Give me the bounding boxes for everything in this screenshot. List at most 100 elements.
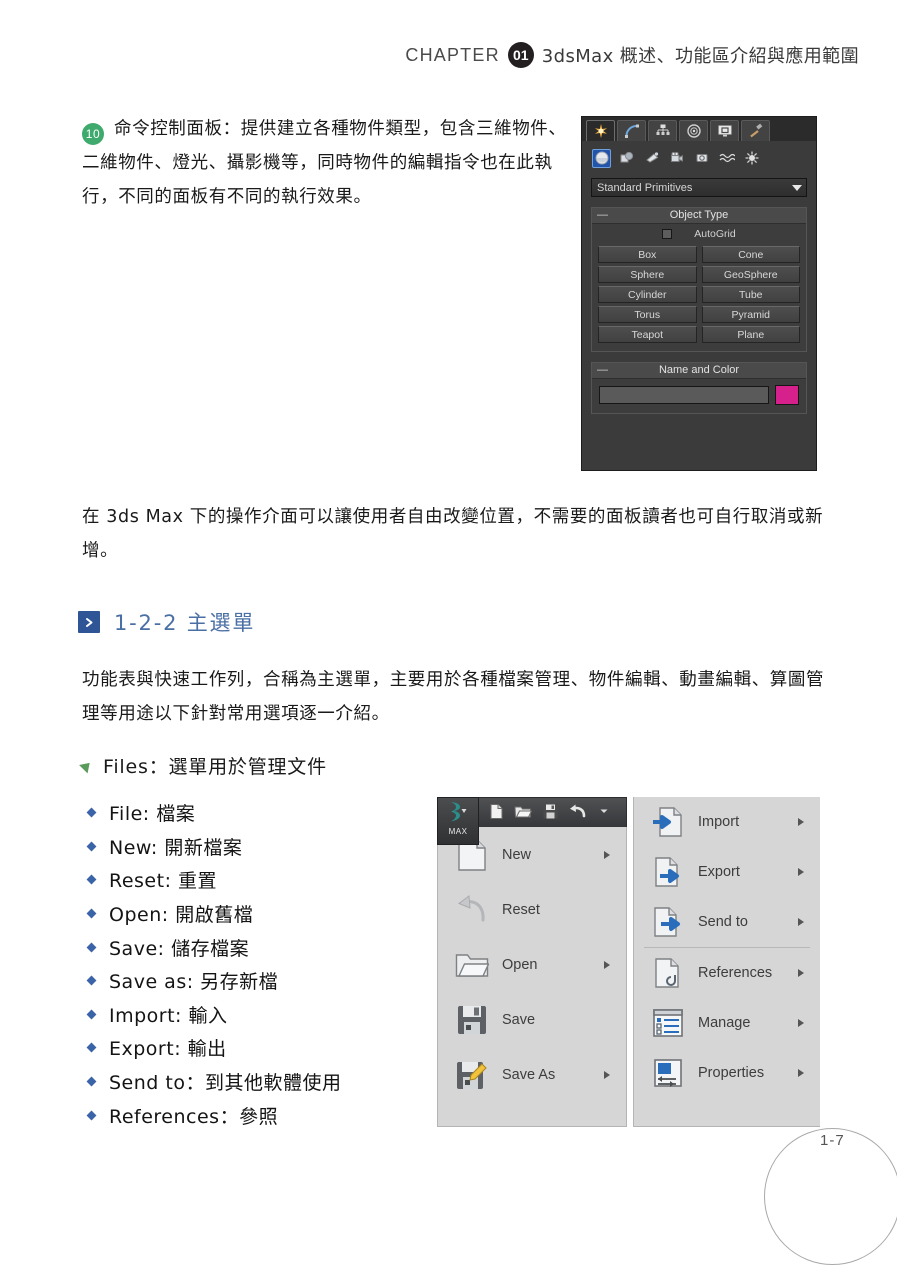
menu-item-send-to[interactable]: Send to: [634, 897, 820, 947]
collapse-icon[interactable]: —: [597, 363, 608, 378]
menu-item-references[interactable]: References: [634, 948, 820, 998]
shapes-category[interactable]: [617, 149, 636, 168]
menu-item-manage[interactable]: Manage: [634, 998, 820, 1048]
primitive-button-plane[interactable]: Plane: [701, 326, 800, 343]
object-type-title: Object Type: [669, 209, 729, 221]
primitive-button-box[interactable]: Box: [598, 246, 697, 263]
primitive-button-pyramid[interactable]: Pyramid: [701, 306, 800, 323]
object-type-rollout: — Object Type AutoGrid Box Cone Sphere G…: [591, 207, 807, 352]
list-item: Export: 輸出: [86, 1031, 428, 1065]
menu-item-label: Save: [502, 1011, 536, 1028]
diamond-bullet-icon: [86, 1110, 97, 1121]
diamond-bullet-icon: [86, 841, 97, 852]
paragraph-menu-intro: 功能表與快速工作列，合稱為主選單，主要用於各種檔案管理、物件編輯、動畫編輯、算圖…: [82, 670, 825, 724]
page-number: 1-7: [820, 1132, 845, 1149]
helpers-category[interactable]: [692, 149, 711, 168]
object-type-header[interactable]: — Object Type: [592, 208, 806, 224]
paragraph-free-layout: 在 3ds Max 下的操作介面可以讓使用者自由改變位置，不需要的面板讀者也可自…: [82, 507, 824, 561]
submenu-arrow-icon: [798, 918, 804, 926]
collapse-icon[interactable]: —: [597, 208, 608, 223]
camera-icon: [670, 151, 683, 162]
star-icon: [594, 124, 607, 138]
floppy-pencil-icon: [454, 1057, 490, 1093]
menu-item-save[interactable]: Save: [438, 992, 626, 1047]
new-file-icon[interactable]: [486, 801, 506, 821]
menu-item-reset[interactable]: Reset: [438, 882, 626, 937]
primitive-button-torus[interactable]: Torus: [598, 306, 697, 323]
helper-icon: [696, 154, 707, 162]
max-menu-right-column: Import Export Send to References Manage …: [633, 797, 820, 1127]
primitive-button-geosphere[interactable]: GeoSphere: [701, 266, 800, 283]
utilities-tab[interactable]: [741, 120, 770, 141]
list-item-label: New: 開新檔案: [109, 836, 243, 859]
properties-icon: [650, 1055, 686, 1091]
space-warps-category[interactable]: [717, 149, 736, 168]
list-item: Import: 輸入: [86, 998, 428, 1032]
reset-undo-icon: [454, 892, 490, 928]
command-panel-screenshot: Standard Primitives — Object Type AutoGr…: [581, 116, 817, 471]
import-arrow-icon: [650, 804, 686, 840]
list-item-label: Open: 開啟舊檔: [109, 904, 254, 927]
list-item-label: Reset: 重置: [109, 870, 218, 893]
hierarchy-tab[interactable]: [648, 120, 677, 141]
motion-tab[interactable]: [679, 120, 708, 141]
shapes-icon: [620, 151, 633, 163]
primitive-button-teapot[interactable]: Teapot: [598, 326, 697, 343]
autogrid-checkbox[interactable]: [662, 229, 673, 239]
menu-item-label: Manage: [698, 1015, 751, 1031]
max-button-label: MAX: [448, 827, 468, 836]
list-item-label: Import: 輸入: [109, 1004, 228, 1027]
chevron-right-icon: [78, 611, 100, 633]
menu-item-open[interactable]: Open: [438, 937, 626, 992]
systems-category[interactable]: [742, 149, 761, 168]
undo-icon[interactable]: [567, 801, 587, 821]
object-name-input[interactable]: [599, 386, 769, 404]
qat-dropdown-icon[interactable]: [594, 801, 614, 821]
diamond-bullet-icon: [86, 1043, 97, 1053]
menu-item-properties[interactable]: Properties: [634, 1048, 820, 1098]
lights-category[interactable]: [642, 149, 661, 168]
modify-tab[interactable]: [617, 120, 646, 141]
primitive-button-cylinder[interactable]: Cylinder: [598, 286, 697, 303]
save-file-icon[interactable]: [540, 801, 560, 821]
display-tab[interactable]: [710, 120, 739, 141]
primitive-button-tube[interactable]: Tube: [701, 286, 800, 303]
menu-item-label: Export: [698, 864, 740, 880]
menu-item-label: Reset: [502, 901, 540, 918]
list-item: Save: 儲存檔案: [86, 930, 428, 964]
name-and-color-header[interactable]: — Name and Color: [592, 363, 806, 379]
primitive-button-cone[interactable]: Cone: [701, 246, 800, 263]
files-heading-text: Files：選單用於管理文件: [103, 756, 327, 778]
submenu-arrow-icon: [604, 1070, 610, 1079]
geometry-category[interactable]: [592, 148, 611, 168]
primitive-button-grid: Box Cone Sphere GeoSphere Cylinder Tube …: [592, 244, 806, 351]
create-tab[interactable]: [586, 120, 615, 141]
menu-item-export[interactable]: Export: [634, 847, 820, 897]
motion-wheel-icon: [686, 124, 701, 138]
files-heading: Files：選單用於管理文件: [79, 752, 327, 779]
menu-item-label: Open: [502, 956, 538, 973]
primitive-button-sphere[interactable]: Sphere: [598, 266, 697, 283]
object-color-swatch[interactable]: [775, 385, 799, 405]
primitives-dropdown[interactable]: Standard Primitives: [591, 178, 807, 197]
display-monitor-icon: [717, 125, 732, 137]
cameras-category[interactable]: [667, 149, 686, 168]
max-application-button[interactable]: MAX: [437, 797, 479, 845]
section-heading-1-2-2: 1-2-2 主選單: [78, 606, 255, 638]
submenu-arrow-icon: [798, 969, 804, 977]
submenu-arrow-icon: [798, 1069, 804, 1077]
floppy-save-icon: [454, 1002, 490, 1038]
open-file-icon[interactable]: [513, 801, 533, 821]
header-inner: CHAPTER 01 3dsMax 概述、功能區介紹與應用範圍: [405, 38, 859, 72]
submenu-arrow-icon: [604, 960, 610, 969]
hierarchy-icon: [656, 124, 669, 135]
menu-item-label: Save As: [502, 1066, 556, 1083]
diamond-bullet-icon: [86, 875, 97, 885]
diamond-bullet-icon: [86, 908, 97, 919]
paragraph-10-text: 命令控制面板：提供建立各種物件類型，包含三維物件、二維物件、燈光、攝影機等，同時…: [82, 119, 567, 207]
menu-item-import[interactable]: Import: [634, 797, 820, 847]
submenu-arrow-icon: [798, 1019, 804, 1027]
menu-item-save-as[interactable]: Save As: [438, 1047, 626, 1102]
paragraph-item-10: 10 命令控制面板：提供建立各種物件類型，包含三維物件、二維物件、燈光、攝影機等，…: [82, 112, 570, 214]
diamond-bullet-icon: [86, 1009, 97, 1020]
